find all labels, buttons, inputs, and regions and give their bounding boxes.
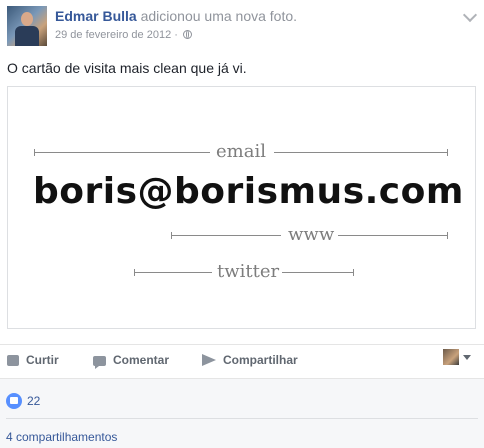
card-tick bbox=[353, 269, 354, 276]
post-action: adicionou uma nova foto. bbox=[140, 8, 298, 24]
post-photo[interactable]: email boris@borismus.com www twitter bbox=[7, 86, 476, 329]
share-icon bbox=[202, 354, 216, 366]
card-line bbox=[171, 235, 281, 236]
comment-label: Comentar bbox=[113, 353, 170, 367]
comment-button[interactable]: Comentar bbox=[93, 353, 170, 369]
post-meta: 29 de fevereiro de 2012 · bbox=[55, 29, 192, 41]
caret-icon[interactable] bbox=[463, 355, 471, 360]
like-icon bbox=[7, 355, 19, 366]
author-line: Edmar Bulla adicionou uma nova foto. bbox=[55, 8, 297, 24]
like-label: Curtir bbox=[26, 353, 59, 367]
card-label-twitter: twitter bbox=[217, 261, 280, 282]
card-line bbox=[282, 272, 354, 273]
chevron-down-icon[interactable] bbox=[462, 7, 478, 23]
actions-bar: Curtir Comentar Compartilhar bbox=[0, 344, 484, 377]
footer-divider bbox=[6, 418, 478, 419]
card-line bbox=[274, 152, 448, 153]
like-button[interactable]: Curtir bbox=[7, 353, 59, 367]
card-line bbox=[34, 152, 210, 153]
card-tick bbox=[447, 232, 448, 239]
post-header: Edmar Bulla adicionou uma nova foto. 29 … bbox=[0, 0, 484, 60]
reaction-like-icon bbox=[6, 393, 22, 409]
share-button[interactable]: Compartilhar bbox=[202, 353, 298, 367]
post-date[interactable]: 29 de fevereiro de 2012 bbox=[55, 29, 171, 41]
card-line bbox=[338, 235, 448, 236]
comment-icon bbox=[93, 356, 106, 369]
author-name[interactable]: Edmar Bulla bbox=[55, 8, 137, 24]
share-label: Compartilhar bbox=[223, 353, 298, 367]
author-avatar[interactable] bbox=[7, 6, 47, 46]
shares-link[interactable]: 4 compartilhamentos bbox=[6, 430, 117, 444]
card-label-email: email bbox=[216, 141, 266, 162]
card-tick bbox=[447, 149, 448, 156]
meta-separator: · bbox=[174, 29, 178, 41]
reaction-count[interactable]: 22 bbox=[27, 394, 40, 408]
globe-icon bbox=[183, 30, 192, 39]
card-email: boris@borismus.com bbox=[33, 171, 464, 212]
card-line bbox=[134, 272, 212, 273]
post-footer: 22 4 compartilhamentos bbox=[0, 378, 484, 448]
post-text: O cartão de visita mais clean que já vi. bbox=[7, 60, 247, 76]
card-label-www: www bbox=[288, 224, 335, 245]
viewer-avatar[interactable] bbox=[443, 349, 459, 365]
